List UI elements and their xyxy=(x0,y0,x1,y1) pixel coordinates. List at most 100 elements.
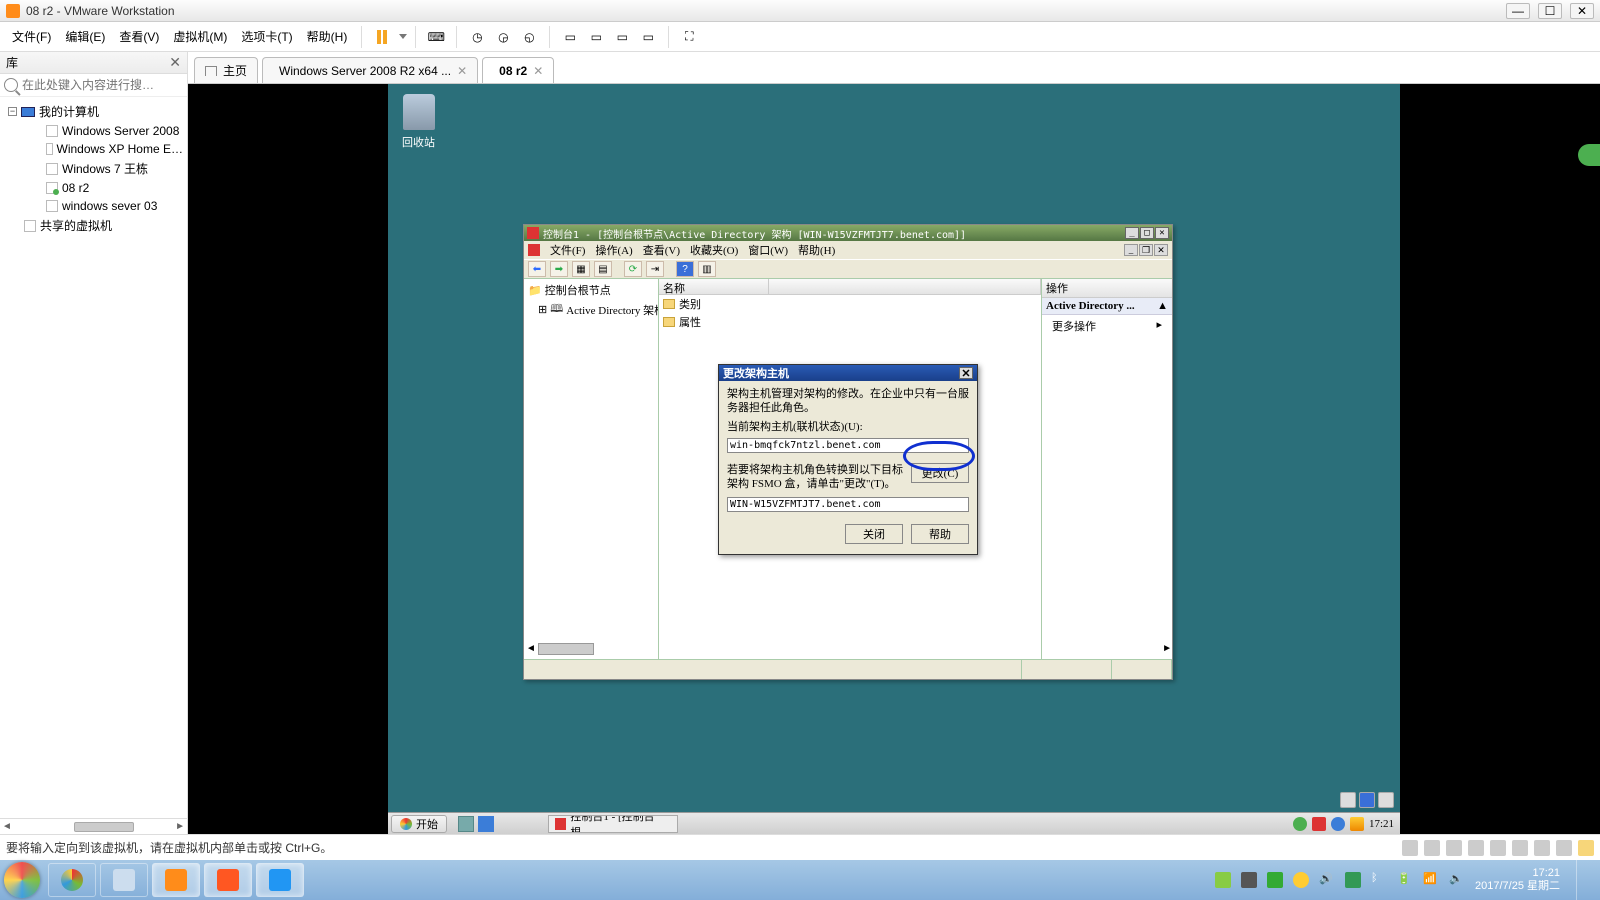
guest-clock[interactable]: 17:21 xyxy=(1369,818,1394,830)
quick-launch-icon[interactable] xyxy=(458,816,474,832)
close-button[interactable]: ✕ xyxy=(1570,3,1594,19)
tree-shared-vms[interactable]: 共享的虚拟机 xyxy=(40,217,112,234)
menu-vm[interactable]: 虚拟机(M) xyxy=(167,24,233,49)
snapshot-icon[interactable]: ◷ xyxy=(465,25,489,49)
tab-close-icon[interactable]: ✕ xyxy=(457,64,467,78)
tree-my-computer[interactable]: 我的计算机 xyxy=(39,103,99,120)
library-tree[interactable]: −我的计算机 Windows Server 2008 Windows XP Ho… xyxy=(0,97,187,818)
taskbar-vmware[interactable] xyxy=(152,863,200,897)
tray-icon[interactable] xyxy=(1241,872,1257,888)
tree-item[interactable]: windows sever 03 xyxy=(62,199,157,213)
guest-start-button[interactable]: 开始 xyxy=(391,815,447,833)
volume-icon[interactable]: 🔈 xyxy=(1449,872,1465,888)
props-icon[interactable]: ▤ xyxy=(594,261,612,277)
help-button[interactable]: 帮助 xyxy=(911,524,969,544)
export-icon[interactable]: ⇥ xyxy=(646,261,664,277)
tree-item[interactable]: Windows 7 王栋 xyxy=(62,160,148,177)
mmc-menu-help[interactable]: 帮助(H) xyxy=(798,242,835,258)
tray-icon[interactable] xyxy=(1293,872,1309,888)
view-unity-icon[interactable]: ▭ xyxy=(584,25,608,49)
back-icon[interactable]: ⬅ xyxy=(528,261,546,277)
mmc-tree-adschema[interactable]: Active Directory 架构 xyxy=(566,302,659,318)
tab-close-icon[interactable]: ✕ xyxy=(533,64,543,78)
menu-tabs[interactable]: 选项卡(T) xyxy=(235,24,298,49)
library-hscroll[interactable]: ◄► xyxy=(0,818,187,834)
maximize-button[interactable]: ☐ xyxy=(1538,3,1562,19)
host-start-button[interactable] xyxy=(4,862,40,898)
device-icon[interactable] xyxy=(1490,840,1506,856)
tree-item[interactable]: Windows Server 2008 xyxy=(62,124,179,138)
device-icon[interactable] xyxy=(1446,840,1462,856)
tray-icon[interactable] xyxy=(1267,872,1283,888)
power-dropdown[interactable] xyxy=(399,34,407,39)
library-search-input[interactable] xyxy=(22,78,179,92)
view-console-icon[interactable]: ▭ xyxy=(558,25,582,49)
taskbar-item-mmc[interactable]: 控制台1 - [控制台根… xyxy=(548,815,678,833)
view-icon[interactable]: ▥ xyxy=(698,261,716,277)
bluetooth-icon[interactable]: ᛒ xyxy=(1371,872,1387,888)
device-icon[interactable] xyxy=(1578,840,1594,856)
wifi-icon[interactable]: 📶 xyxy=(1423,872,1439,888)
mmc-titlebar[interactable]: 控制台1 - [控制台根节点\Active Directory 架构 [WIN-… xyxy=(524,225,1172,241)
device-icon[interactable] xyxy=(1424,840,1440,856)
menu-help[interactable]: 帮助(H) xyxy=(301,24,354,49)
tray-network-icon[interactable] xyxy=(1331,817,1345,831)
recycle-bin[interactable]: 回收站 xyxy=(402,94,435,150)
mmc-menu-window[interactable]: 窗口(W) xyxy=(748,242,788,258)
close-button[interactable]: 关闭 xyxy=(845,524,903,544)
menu-edit[interactable]: 编辑(E) xyxy=(59,24,111,49)
snapshot-mgr-icon[interactable]: ◵ xyxy=(517,25,541,49)
pause-button[interactable] xyxy=(370,25,394,49)
tab-vm1[interactable]: Windows Server 2008 R2 x64 ...✕ xyxy=(262,57,478,83)
mmc-close-button[interactable]: ✕ xyxy=(1155,227,1169,239)
taskbar-app[interactable] xyxy=(48,863,96,897)
forward-icon[interactable]: ➡ xyxy=(550,261,568,277)
tab-home[interactable]: 主页 xyxy=(194,57,258,83)
device-icon[interactable] xyxy=(1468,840,1484,856)
device-icon[interactable] xyxy=(1402,840,1418,856)
list-item[interactable]: 类别 xyxy=(659,295,1041,313)
mmc-inner-close[interactable]: ✕ xyxy=(1154,244,1168,256)
mmc-tree-root[interactable]: 控制台根节点 xyxy=(545,282,611,298)
mmc-min-button[interactable]: _ xyxy=(1125,227,1139,239)
send-cad-icon[interactable]: ⌨ xyxy=(424,25,448,49)
refresh-icon[interactable]: ⟳ xyxy=(624,261,642,277)
tree-item[interactable]: 08 r2 xyxy=(62,181,89,195)
mmc-max-button[interactable]: □ xyxy=(1140,227,1154,239)
tray-icon[interactable] xyxy=(1345,872,1361,888)
dialog-close-icon[interactable]: ✕ xyxy=(959,367,973,379)
mmc-menu-file[interactable]: 文件(F) xyxy=(550,242,585,258)
change-schema-master-dialog[interactable]: 更改架构主机✕ 架构主机管理对架构的修改。在企业中只有一台服务器担任此角色。 当… xyxy=(718,364,978,555)
tray-icon[interactable] xyxy=(1215,872,1231,888)
library-close-icon[interactable]: ✕ xyxy=(169,54,181,71)
tray-clock-icon[interactable] xyxy=(1350,817,1364,831)
mmc-menu-fav[interactable]: 收藏夹(O) xyxy=(690,242,738,258)
view-multi-icon[interactable]: ▭ xyxy=(610,25,634,49)
show-desktop-button[interactable] xyxy=(1576,860,1588,900)
taskbar-app[interactable] xyxy=(256,863,304,897)
help-tip-icon[interactable] xyxy=(1359,792,1375,808)
device-icon[interactable] xyxy=(1534,840,1550,856)
taskbar-app[interactable] xyxy=(100,863,148,897)
mmc-tree-pane[interactable]: 📁控制台根节点 ⊞🕮Active Directory 架构 ◄► xyxy=(524,279,659,659)
quick-launch-icon[interactable] xyxy=(478,816,494,832)
col-name[interactable]: 名称 xyxy=(659,279,769,294)
menu-file[interactable]: 文件(F) xyxy=(6,24,57,49)
tab-vm2[interactable]: 08 r2✕ xyxy=(482,57,554,83)
guest-desktop[interactable]: 回收站 控制台1 - [控制台根节点\Active Directory 架构 [… xyxy=(188,84,1600,834)
change-button[interactable]: 更改(C) xyxy=(911,463,969,483)
battery-icon[interactable]: 🔋 xyxy=(1397,872,1413,888)
list-item[interactable]: 属性 xyxy=(659,313,1041,331)
mmc-menu-view[interactable]: 查看(V) xyxy=(643,242,680,258)
fullscreen-icon[interactable]: ⛶ xyxy=(677,25,701,49)
mmc-inner-min[interactable]: _ xyxy=(1124,244,1138,256)
menu-view[interactable]: 查看(V) xyxy=(113,24,165,49)
taskbar-app[interactable] xyxy=(204,863,252,897)
action-center-icon[interactable] xyxy=(1378,792,1394,808)
snapshot-revert-icon[interactable]: ◶ xyxy=(491,25,515,49)
device-icon[interactable] xyxy=(1512,840,1528,856)
tray-icon[interactable] xyxy=(1293,817,1307,831)
guest-taskbar[interactable]: 开始 控制台1 - [控制台根… 17:21 xyxy=(388,812,1400,834)
minimize-button[interactable]: — xyxy=(1506,3,1530,19)
up-icon[interactable]: ▦ xyxy=(572,261,590,277)
